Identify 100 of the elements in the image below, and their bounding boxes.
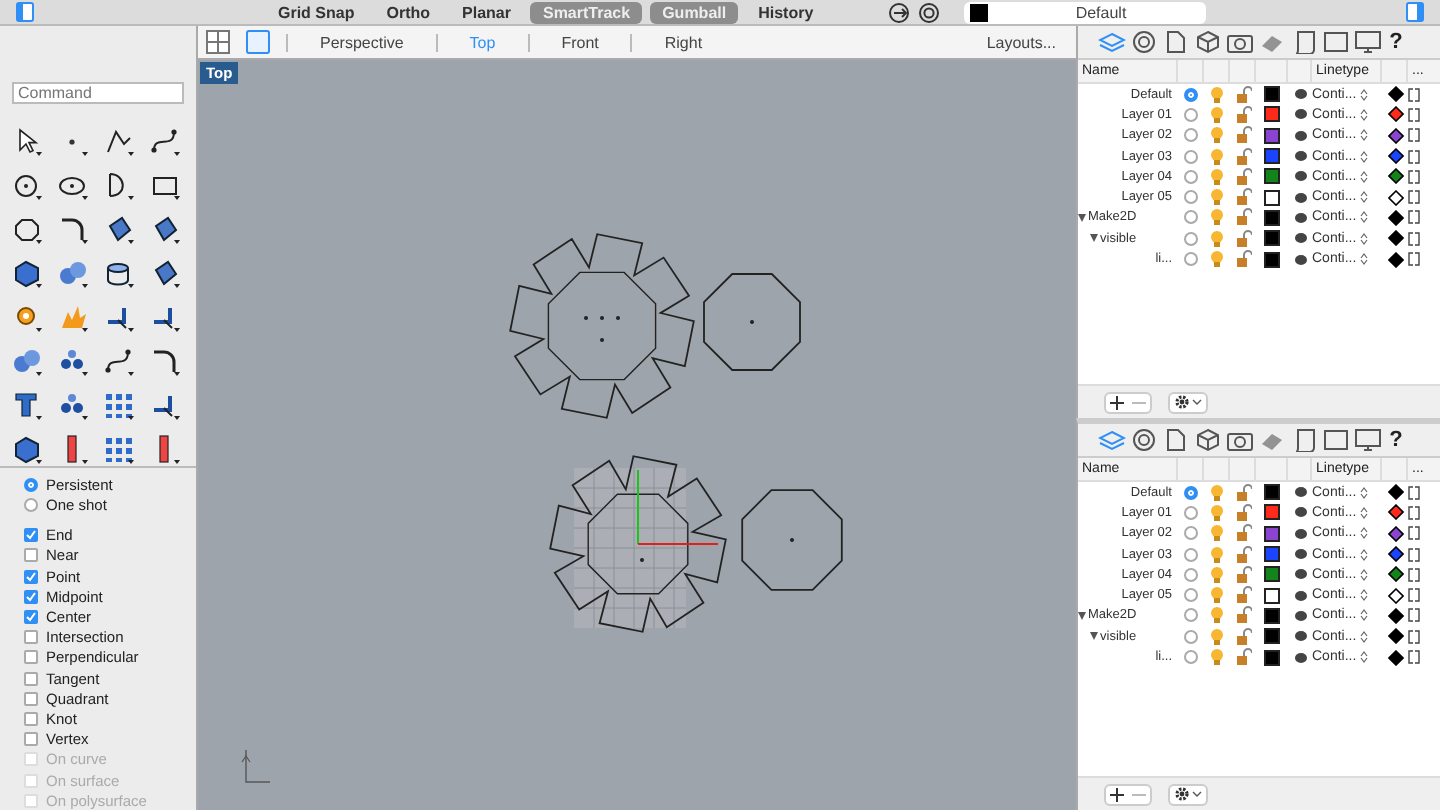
stepper-icon[interactable] [1360,107,1369,122]
surface-icon[interactable] [104,214,134,244]
stepper-icon[interactable] [1360,567,1369,582]
padlock-icon[interactable] [1235,167,1251,186]
four-viewports-icon[interactable] [206,30,230,54]
bracket-icon[interactable] [1408,190,1420,205]
hatch-icon[interactable] [1258,30,1286,54]
checkbox[interactable] [24,528,38,543]
padlock-icon[interactable] [1235,565,1251,584]
checkbox[interactable] [24,650,38,665]
checkbox[interactable] [24,569,38,584]
expander-icon[interactable] [1078,611,1086,620]
spheres-icon[interactable] [58,258,88,288]
help-button[interactable]: ? [1386,30,1406,54]
curve-icon[interactable] [104,346,134,376]
current-layer-radio[interactable] [1184,629,1198,644]
current-layer-radio[interactable] [1184,252,1198,267]
viewport-tab[interactable]: Right [648,33,719,51]
cube-icon[interactable] [1194,428,1222,452]
lightbulb-icon[interactable] [1210,648,1224,667]
bracket-icon[interactable] [1408,485,1420,500]
settings-button[interactable] [1168,391,1208,413]
help-button[interactable]: ? [1386,428,1406,452]
current-layer-radio[interactable] [1184,190,1198,205]
array-icon[interactable] [104,390,134,420]
checkbox[interactable] [24,589,38,604]
bracket-icon[interactable] [1408,547,1420,562]
polygon-icon[interactable] [12,214,42,244]
layer-color-swatch[interactable] [1264,525,1280,542]
surface-icon[interactable] [150,214,180,244]
layer-color-swatch[interactable] [1264,504,1280,521]
layers-icon[interactable] [1098,30,1126,54]
padlock-icon[interactable] [1235,188,1251,207]
padlock-icon[interactable] [1235,85,1251,104]
spheres-icon[interactable] [12,346,42,376]
stepper-icon[interactable] [1360,190,1369,205]
arrow-circle-icon[interactable] [888,1,910,23]
layer-color-swatch[interactable] [1264,148,1280,165]
layer-color-swatch[interactable] [1264,86,1280,103]
current-layer-radio[interactable] [1184,650,1198,665]
cylinder-icon[interactable] [104,258,134,288]
circle-icon[interactable] [12,170,42,200]
toggle-button[interactable]: Grid Snap [266,1,367,23]
lightbulb-icon[interactable] [1210,229,1224,248]
padlock-icon[interactable] [1235,105,1251,124]
current-layer-radio[interactable] [1184,485,1198,500]
current-layer-radio[interactable] [1184,231,1198,246]
current-layer-radio[interactable] [1184,107,1198,122]
lightbulb-icon[interactable] [1210,524,1224,543]
current-layer-radio[interactable] [1184,87,1198,102]
target-icon[interactable] [918,1,940,23]
monitor-icon[interactable] [1354,30,1382,54]
bracket-icon[interactable] [1408,650,1420,665]
stepper-icon[interactable] [1360,485,1369,500]
expander-icon[interactable] [1090,632,1098,641]
padlock-icon[interactable] [1235,483,1251,502]
padlock-icon[interactable] [1235,586,1251,605]
add-icon[interactable] [1106,785,1128,803]
bracket-icon[interactable] [1408,231,1420,246]
padlock-icon[interactable] [1235,208,1251,227]
lightbulb-icon[interactable] [1210,586,1224,605]
stepper-icon[interactable] [1360,169,1369,184]
padlock-icon[interactable] [1235,545,1251,564]
square-icon[interactable] [1322,30,1350,54]
lightbulb-icon[interactable] [1210,545,1224,564]
viewport-tab[interactable]: Front [545,33,615,51]
checkbox[interactable] [24,671,38,686]
toggle-button[interactable]: Ortho [374,1,443,23]
layer-color-swatch[interactable] [1264,607,1280,624]
bracket-icon[interactable] [1408,526,1420,541]
current-layer-radio[interactable] [1184,128,1198,143]
lightbulb-icon[interactable] [1210,188,1224,207]
layer-color-swatch[interactable] [1264,189,1280,206]
lightbulb-icon[interactable] [1210,250,1224,269]
stepper-icon[interactable] [1360,252,1369,267]
layer-color-swatch[interactable] [1264,209,1280,226]
lightbulb-icon[interactable] [1210,606,1224,625]
lightbulb-icon[interactable] [1210,126,1224,145]
checkbox[interactable] [24,630,38,645]
settings-button[interactable] [1168,783,1208,805]
fillet-curve-icon[interactable] [58,214,88,244]
gear-icon[interactable] [12,302,42,332]
arc-icon[interactable] [104,170,134,200]
bracket-icon[interactable] [1408,567,1420,582]
dots-icon[interactable] [58,390,88,420]
hatch-icon[interactable] [1258,428,1286,452]
layer-color-swatch[interactable] [1264,587,1280,604]
monitor-icon[interactable] [1354,428,1382,452]
current-layer-radio[interactable] [1184,567,1198,582]
padlock-icon[interactable] [1235,503,1251,522]
lightbulb-icon[interactable] [1210,483,1224,502]
scroll-icon[interactable] [1290,428,1318,452]
radio-button[interactable] [24,478,38,493]
scroll-icon[interactable] [1290,30,1318,54]
current-layer-radio[interactable] [1184,505,1198,520]
lightbulb-icon[interactable] [1210,147,1224,166]
stepper-icon[interactable] [1360,149,1369,164]
viewport-tab[interactable]: Perspective [304,33,420,51]
checkbox[interactable] [24,548,38,563]
target-icon[interactable] [1130,428,1158,452]
